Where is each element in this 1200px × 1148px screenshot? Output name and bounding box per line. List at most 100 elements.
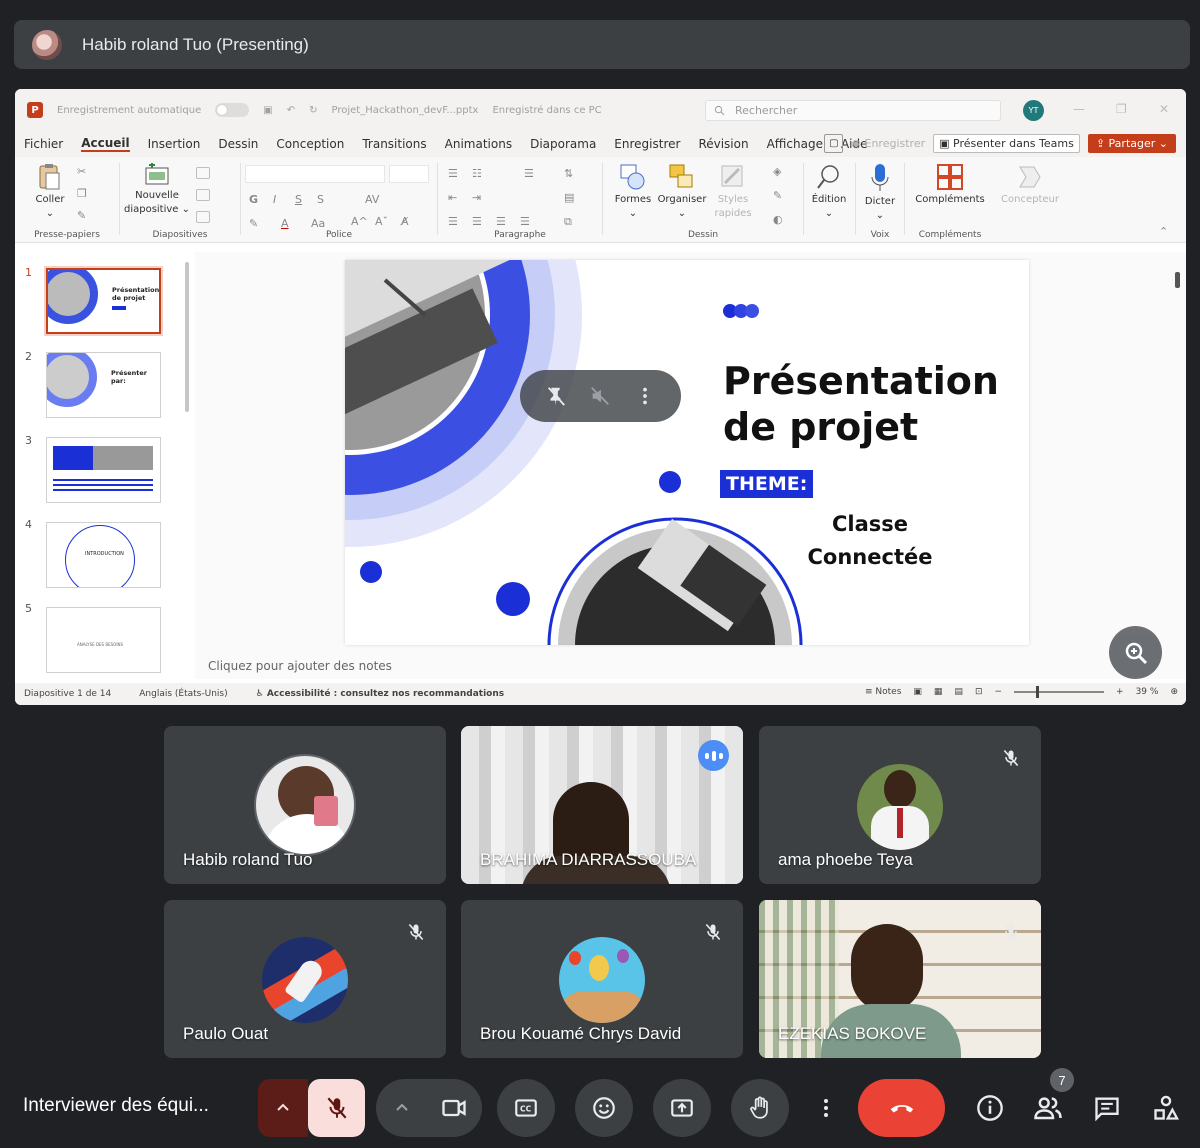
- menu-transitions[interactable]: Transitions: [362, 137, 426, 151]
- strikethrough-icon[interactable]: S: [317, 193, 324, 206]
- arrange-button[interactable]: Organiser ⌄: [657, 163, 707, 221]
- slideshow-icon[interactable]: ⊡: [975, 687, 983, 697]
- chevron-up-icon[interactable]: [394, 1100, 410, 1116]
- participant-tile[interactable]: Paulo Ouat: [164, 900, 446, 1058]
- menu-dessin[interactable]: Dessin: [218, 137, 258, 151]
- slide-sorter-icon[interactable]: ▦: [934, 687, 943, 697]
- menu-diaporama[interactable]: Diaporama: [530, 137, 596, 151]
- notes-placeholder[interactable]: Cliquez pour ajouter des notes: [208, 659, 392, 673]
- smartart-icon[interactable]: ⧉: [564, 215, 572, 229]
- comments-icon[interactable]: ▢: [824, 134, 844, 153]
- shared-screen[interactable]: P Enregistrement automatique ▣ ↶ ↻ Proje…: [15, 89, 1186, 705]
- italic-icon[interactable]: I: [273, 193, 276, 206]
- menu-animations[interactable]: Animations: [445, 137, 512, 151]
- unpin-icon[interactable]: [545, 385, 567, 407]
- zoom-out-icon[interactable]: −: [994, 687, 1002, 697]
- increase-indent-icon[interactable]: ⇥: [472, 191, 481, 204]
- shapes-button[interactable]: Formes ⌄: [611, 163, 655, 221]
- participant-tile[interactable]: Habib roland Tuo: [164, 726, 446, 884]
- align-text-icon[interactable]: ▤: [564, 191, 574, 204]
- minimize-icon[interactable]: —: [1073, 102, 1085, 116]
- chat-button[interactable]: [1091, 1092, 1123, 1124]
- participant-tile[interactable]: ama phoebe Teya: [759, 726, 1041, 884]
- section-icon[interactable]: [196, 211, 210, 223]
- zoom-in-button[interactable]: [1109, 626, 1162, 679]
- slide-scrollbar-thumb[interactable]: [1175, 272, 1180, 288]
- user-avatar[interactable]: YT: [1023, 100, 1044, 121]
- shape-fill-icon[interactable]: ◈: [773, 165, 781, 178]
- redo-icon[interactable]: ↻: [309, 105, 317, 116]
- people-button[interactable]: [1032, 1092, 1064, 1124]
- zoom-slider[interactable]: [1014, 686, 1105, 698]
- mute-audio-icon[interactable]: [589, 385, 611, 407]
- slide-theme-label[interactable]: THEME:: [720, 470, 814, 498]
- save-icon[interactable]: ▣: [263, 105, 272, 116]
- meeting-name[interactable]: Interviewer des équi...: [23, 1095, 209, 1117]
- layout-icon[interactable]: [196, 167, 210, 179]
- reset-icon[interactable]: [196, 189, 210, 201]
- zoom-level[interactable]: 39 %: [1136, 687, 1159, 697]
- menu-revision[interactable]: Révision: [698, 137, 748, 151]
- paste-button[interactable]: Coller ⌄: [27, 163, 73, 221]
- format-painter-icon[interactable]: ✎: [77, 209, 86, 222]
- share-button[interactable]: ⇪ Partager ⌄: [1087, 134, 1176, 153]
- text-direction-icon[interactable]: ⇅: [564, 167, 573, 180]
- justify-icon[interactable]: ☰: [520, 215, 530, 228]
- thumbnail-scrollbar[interactable]: [185, 262, 189, 412]
- shrink-font-icon[interactable]: Aˇ: [375, 215, 388, 228]
- char-spacing-icon[interactable]: AV: [365, 193, 379, 206]
- menu-affichage[interactable]: Affichage: [767, 137, 823, 151]
- fit-slide-icon[interactable]: ⊕: [1170, 687, 1178, 697]
- activities-button[interactable]: [1150, 1092, 1182, 1124]
- slide-canvas[interactable]: Présentation de projet THEME: Classe Con…: [195, 252, 1175, 679]
- menu-conception[interactable]: Conception: [276, 137, 344, 151]
- font-size-select[interactable]: [389, 165, 429, 183]
- menu-fichier[interactable]: Fichier: [24, 137, 63, 151]
- menu-insertion[interactable]: Insertion: [148, 137, 201, 151]
- participant-tile[interactable]: Brou Kouamé Chrys David: [461, 900, 743, 1058]
- close-icon[interactable]: ✕: [1159, 102, 1169, 116]
- align-center-icon[interactable]: ☰: [472, 215, 482, 228]
- slide-thumbnail[interactable]: ANALYSE DES BESOINS: [46, 607, 161, 673]
- decrease-indent-icon[interactable]: ⇤: [448, 191, 457, 204]
- addins-button[interactable]: Compléments: [909, 163, 991, 207]
- search-box[interactable]: Rechercher: [705, 100, 1001, 121]
- participant-tile[interactable]: BRAHIMA DIARRASSOUBA: [461, 726, 743, 884]
- slide-subtitle[interactable]: Classe Connectée: [800, 508, 940, 574]
- slide-title[interactable]: Présentation de projet: [723, 358, 999, 450]
- underline-icon[interactable]: S: [295, 193, 302, 206]
- shape-outline-icon[interactable]: ✎: [773, 189, 782, 202]
- accessibility-status[interactable]: ♿ Accessibilité : consultez nos recomman…: [256, 689, 505, 699]
- slide-thumbnail[interactable]: Présenter par:: [46, 352, 161, 418]
- change-case-icon[interactable]: Aa: [311, 217, 325, 230]
- raise-hand-button[interactable]: [731, 1079, 789, 1137]
- designer-button[interactable]: Concepteur: [997, 163, 1063, 207]
- grow-font-icon[interactable]: A^: [351, 215, 368, 228]
- meeting-details-button[interactable]: [974, 1092, 1006, 1124]
- cut-icon[interactable]: ✂: [77, 165, 86, 178]
- font-color-icon[interactable]: A: [281, 217, 289, 230]
- present-in-teams-button[interactable]: ▣ Présenter dans Teams: [933, 134, 1080, 153]
- reading-view-icon[interactable]: ▤: [954, 687, 963, 697]
- end-call-button[interactable]: [858, 1079, 945, 1137]
- language-indicator[interactable]: Anglais (États-Unis): [139, 689, 227, 699]
- undo-icon[interactable]: ↶: [287, 105, 295, 116]
- zoom-in-small-icon[interactable]: +: [1116, 687, 1124, 697]
- participant-tile[interactable]: EZEKIAS BOKOVE: [759, 900, 1041, 1058]
- microphone-toggle-button[interactable]: [308, 1079, 365, 1137]
- slide-thumbnail[interactable]: [46, 437, 161, 503]
- numbering-icon[interactable]: ☷: [472, 167, 482, 180]
- audio-options-button[interactable]: [258, 1079, 308, 1137]
- slide-thumbnail[interactable]: INTRODUCTION: [46, 522, 161, 588]
- bullets-icon[interactable]: ☰: [448, 167, 458, 180]
- menu-enregistrer[interactable]: Enregistrer: [614, 137, 680, 151]
- menu-accueil[interactable]: Accueil: [81, 136, 130, 152]
- emoji-button[interactable]: [575, 1079, 633, 1137]
- record-button[interactable]: ◉ Enregistrer: [851, 137, 925, 150]
- copy-icon[interactable]: ❐: [77, 187, 87, 200]
- autosave-toggle[interactable]: [215, 103, 250, 117]
- line-spacing-icon[interactable]: ☰: [524, 167, 534, 180]
- captions-button[interactable]: CC: [497, 1079, 555, 1137]
- more-vert-icon[interactable]: [634, 385, 656, 407]
- align-left-icon[interactable]: ☰: [448, 215, 458, 228]
